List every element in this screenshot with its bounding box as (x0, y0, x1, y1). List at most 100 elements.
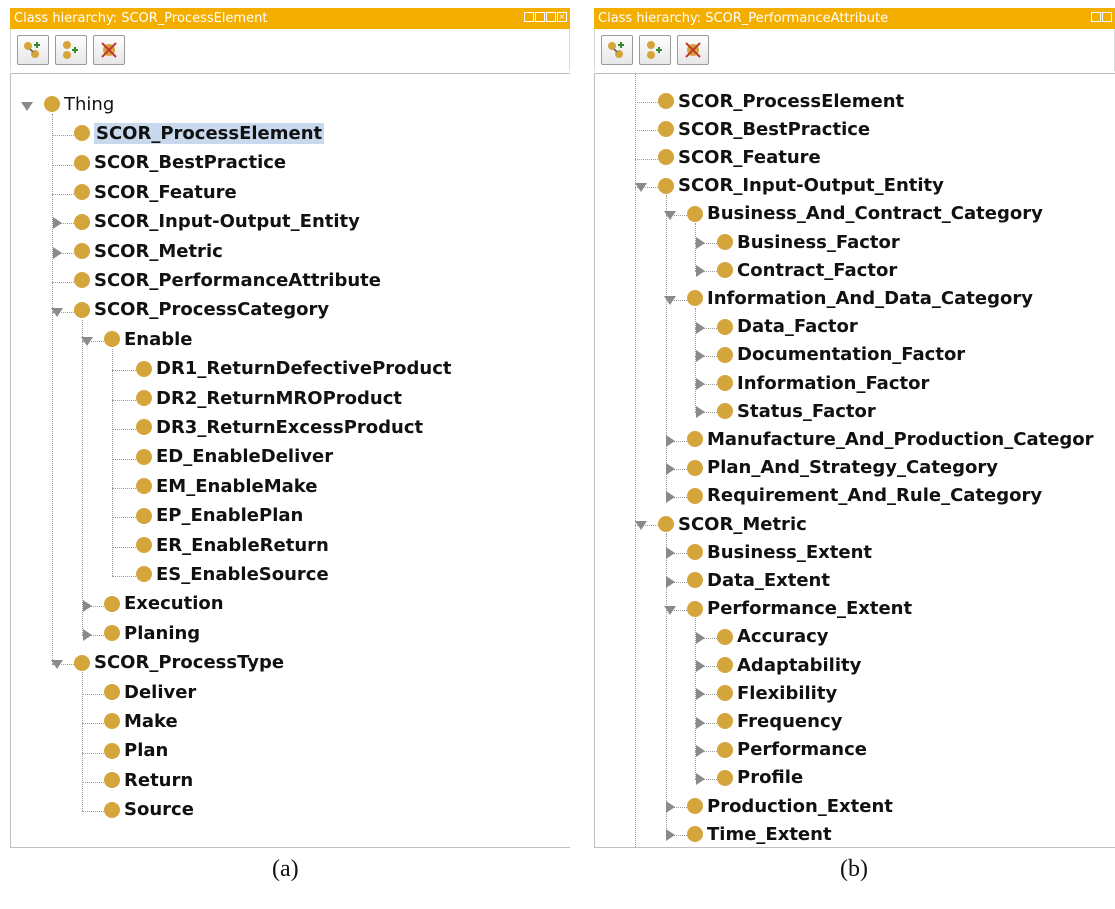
class-node[interactable]: Requirement_And_Rule_Category (687, 483, 1042, 509)
class-node[interactable]: ED_EnableDeliver (136, 444, 333, 470)
class-node[interactable]: Documentation_Factor (717, 342, 965, 368)
collapsed-toggle-icon[interactable] (696, 716, 705, 729)
collapsed-toggle-icon[interactable] (83, 599, 92, 612)
class-node[interactable]: Execution (104, 591, 224, 617)
class-node[interactable]: SCOR_PerformanceAttribute (74, 267, 381, 293)
class-node[interactable]: EP_EnablePlan (136, 503, 303, 529)
expanded-toggle-icon[interactable] (635, 521, 647, 531)
class-node[interactable]: Information_Factor (717, 370, 929, 396)
class-node[interactable]: SCOR_Input-Output_Entity (74, 209, 360, 235)
class-node[interactable]: Data_Extent (687, 567, 830, 593)
add-sibling-button[interactable] (55, 35, 87, 65)
class-node[interactable]: Performance (717, 737, 867, 763)
maximize-icon[interactable] (546, 12, 556, 22)
class-node[interactable]: Return (104, 767, 193, 793)
add-sibling-button[interactable] (639, 35, 671, 65)
collapsed-toggle-icon[interactable] (696, 406, 705, 419)
class-node[interactable]: SCOR_Feature (74, 179, 237, 205)
class-node[interactable]: Business_Factor (717, 229, 900, 255)
class-node[interactable]: Deliver (104, 679, 196, 705)
class-node[interactable]: SCOR_Input-Output_Entity (658, 173, 944, 199)
class-node[interactable]: Plan_And_Strategy_Category (687, 455, 998, 481)
class-node[interactable]: Profile (717, 765, 803, 791)
collapsed-toggle-icon[interactable] (666, 434, 675, 447)
class-node[interactable]: Time_Extent (687, 821, 832, 847)
delete-class-button[interactable] (93, 35, 125, 65)
class-node[interactable]: SCOR_ProcessElement (74, 120, 325, 146)
class-node[interactable]: Plan (104, 738, 168, 764)
class-node[interactable]: Enable (104, 326, 193, 352)
class-node[interactable]: DR2_ReturnMROProduct (136, 385, 402, 411)
class-label: EP_EnablePlan (156, 505, 304, 527)
class-node[interactable]: Data_Factor (717, 314, 858, 340)
expanded-toggle-icon[interactable] (664, 210, 676, 220)
collapsed-toggle-icon[interactable] (696, 265, 705, 278)
collapsed-toggle-icon[interactable] (83, 628, 92, 641)
expanded-toggle-icon[interactable] (664, 295, 676, 305)
minimize-icon[interactable] (535, 12, 545, 22)
collapsed-toggle-icon[interactable] (666, 462, 675, 475)
collapsed-toggle-icon[interactable] (666, 575, 675, 588)
class-node[interactable]: SCOR_BestPractice (658, 116, 870, 142)
collapsed-toggle-icon[interactable] (666, 547, 675, 560)
expanded-toggle-icon[interactable] (51, 307, 63, 317)
collapsed-toggle-icon[interactable] (666, 801, 675, 814)
minimize-icon[interactable] (1102, 12, 1112, 22)
class-node[interactable]: Information_And_Data_Category (687, 285, 1033, 311)
collapsed-toggle-icon[interactable] (696, 772, 705, 785)
expanded-toggle-icon[interactable] (21, 101, 33, 111)
class-node[interactable]: Business_Extent (687, 539, 872, 565)
class-node[interactable]: Planing (104, 620, 200, 646)
class-node[interactable]: Source (104, 797, 194, 823)
class-node[interactable]: ES_EnableSource (136, 561, 329, 587)
class-node[interactable]: SCOR_Metric (74, 238, 223, 264)
expanded-toggle-icon[interactable] (635, 182, 647, 192)
class-node[interactable]: EM_EnableMake (136, 473, 317, 499)
class-node[interactable]: ER_EnableReturn (136, 532, 329, 558)
class-node[interactable]: SCOR_ProcessType (74, 650, 284, 676)
class-label: SCOR_Metric (678, 513, 807, 535)
close-icon[interactable]: × (557, 12, 567, 22)
collapsed-toggle-icon[interactable] (53, 217, 62, 230)
class-node[interactable]: Manufacture_And_Production_Categor (687, 426, 1094, 452)
collapsed-toggle-icon[interactable] (666, 829, 675, 842)
class-node[interactable]: SCOR_ProcessElement (658, 88, 904, 114)
collapsed-toggle-icon[interactable] (696, 688, 705, 701)
class-node[interactable]: Flexibility (717, 680, 837, 706)
expanded-toggle-icon[interactable] (81, 336, 93, 346)
class-node[interactable]: Business_And_Contract_Category (687, 201, 1043, 227)
class-node[interactable]: Production_Extent (687, 793, 893, 819)
restore-icon[interactable] (524, 12, 534, 22)
class-node[interactable]: SCOR_ProcessCategory (74, 297, 329, 323)
class-node[interactable]: SCOR_Feature (658, 144, 821, 170)
add-subclass-button[interactable] (601, 35, 633, 65)
collapsed-toggle-icon[interactable] (696, 378, 705, 391)
class-node[interactable]: Make (104, 708, 178, 734)
add-subclass-button[interactable] (17, 35, 49, 65)
class-node[interactable]: Thing (44, 91, 114, 117)
class-node[interactable]: DR3_ReturnExcessProduct (136, 414, 423, 440)
class-node[interactable]: DR1_ReturnDefectiveProduct (136, 356, 452, 382)
collapsed-toggle-icon[interactable] (53, 246, 62, 259)
expanded-toggle-icon[interactable] (51, 660, 63, 670)
class-node[interactable]: Accuracy (717, 624, 829, 650)
class-node[interactable]: Status_Factor (717, 398, 876, 424)
class-node[interactable]: SCOR_Metric (658, 511, 807, 537)
collapsed-toggle-icon[interactable] (696, 349, 705, 362)
class-icon (74, 243, 90, 259)
collapsed-toggle-icon[interactable] (696, 237, 705, 250)
collapsed-toggle-icon[interactable] (696, 631, 705, 644)
restore-icon[interactable] (1091, 12, 1101, 22)
collapsed-toggle-icon[interactable] (696, 744, 705, 757)
class-node[interactable]: Frequency (717, 708, 842, 734)
class-node[interactable]: Contract_Factor (717, 257, 897, 283)
expanded-toggle-icon[interactable] (664, 605, 676, 615)
collapsed-toggle-icon[interactable] (666, 490, 675, 503)
collapsed-toggle-icon[interactable] (696, 321, 705, 334)
class-node[interactable]: Performance_Extent (687, 596, 912, 622)
delete-class-button[interactable] (677, 35, 709, 65)
class-icon (136, 507, 152, 524)
class-node[interactable]: SCOR_BestPractice (74, 150, 286, 176)
collapsed-toggle-icon[interactable] (696, 660, 705, 673)
class-node[interactable]: Adaptability (717, 652, 861, 678)
